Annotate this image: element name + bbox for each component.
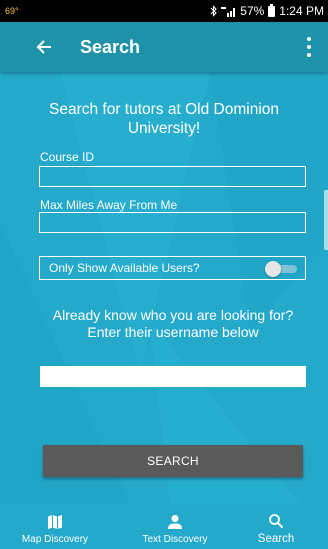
only-available-row[interactable]: Only Show Available Users? xyxy=(39,256,306,280)
search-heading: Search for tutors at Old Dominion Univer… xyxy=(48,101,280,137)
map-icon xyxy=(46,513,64,531)
only-available-label: Only Show Available Users? xyxy=(49,261,200,275)
nav-label-map-discovery: Map Discovery xyxy=(21,534,89,545)
username-heading: Already know who you are looking for? En… xyxy=(52,307,294,340)
scroll-indicator xyxy=(324,190,328,250)
search-button[interactable]: SEARCH xyxy=(43,445,303,477)
back-arrow-icon[interactable] xyxy=(32,35,56,59)
max-miles-input[interactable] xyxy=(39,212,306,233)
toggle-thumb xyxy=(265,261,281,277)
overflow-menu-icon[interactable] xyxy=(306,37,312,57)
search-icon xyxy=(267,512,285,530)
max-miles-label: Max Miles Away From Me xyxy=(40,198,178,212)
only-available-toggle[interactable] xyxy=(265,261,297,277)
battery-percent: 57% xyxy=(240,4,265,18)
nav-item-search[interactable]: Search xyxy=(236,504,316,549)
course-id-input[interactable] xyxy=(39,166,306,187)
app-bar: Search xyxy=(0,22,328,72)
search-form: Search for tutors at Old Dominion Univer… xyxy=(0,72,328,504)
bluetooth-icon xyxy=(210,5,218,17)
temperature-indicator: 69° xyxy=(5,6,19,16)
page-title: Search xyxy=(80,36,141,57)
status-time: 1:24 PM xyxy=(279,4,324,18)
status-icons: 57% 1:24 PM xyxy=(210,3,324,18)
bottom-navigation: Map Discovery Text Discovery Search xyxy=(0,504,328,549)
battery-icon xyxy=(268,3,276,17)
username-input[interactable] xyxy=(40,366,306,387)
nav-label-text-discovery: Text Discovery xyxy=(142,534,208,545)
signal-icon xyxy=(221,6,236,17)
course-id-label: Course ID xyxy=(40,150,95,164)
status-bar: 69° 57% 1:24 PM xyxy=(0,0,328,22)
nav-item-text-discovery[interactable]: Text Discovery xyxy=(120,504,230,549)
person-icon xyxy=(166,513,184,531)
nav-label-search: Search xyxy=(257,533,295,545)
nav-item-map-discovery[interactable]: Map Discovery xyxy=(0,504,110,549)
